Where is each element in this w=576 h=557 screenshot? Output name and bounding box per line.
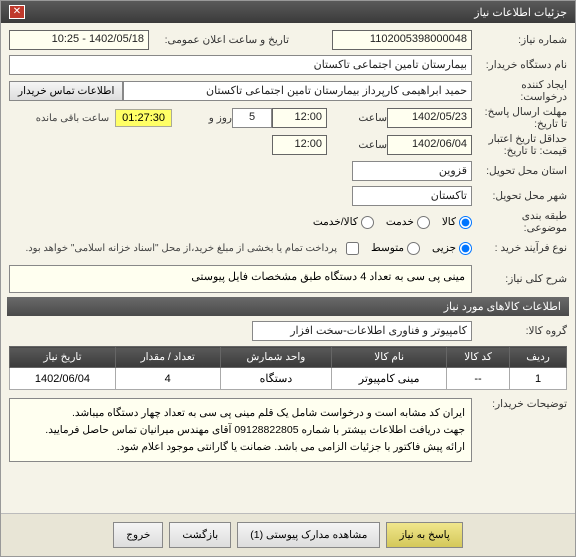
need-title-field: مینی پی سی به تعداد 4 دستگاه طبق مشخصات … xyxy=(9,265,472,293)
deadline-date-field: 1402/05/23 xyxy=(387,108,472,128)
need-title-label: شرح کلی نیاز: xyxy=(472,273,567,285)
announce-label: تاریخ و ساعت اعلان عمومی: xyxy=(149,34,289,46)
buyer-org-field: بیمارستان تامین اجتماعی تاکستان xyxy=(9,55,472,75)
col-code: کد کالا xyxy=(446,347,509,368)
cell-row: 1 xyxy=(510,368,567,390)
creator-label: ایجاد کننده درخواست: xyxy=(472,79,567,103)
days-label: روز و xyxy=(172,112,232,124)
back-button[interactable]: بازگشت xyxy=(169,522,231,548)
cell-qty: 4 xyxy=(115,368,220,390)
col-name: نام کالا xyxy=(332,347,447,368)
time-label-1: ساعت xyxy=(327,112,387,124)
table-header-row: ردیف کد کالا نام کالا واحد شمارش تعداد /… xyxy=(10,347,567,368)
creator-field: حمید ابراهیمی کارپرداز بیمارستان تامین ا… xyxy=(123,81,472,101)
radio-kala[interactable] xyxy=(459,216,472,229)
process-radio-group: جزیی متوسط پرداخت تمام یا بخشی از مبلغ خ… xyxy=(25,242,472,255)
col-qty: تعداد / مقدار xyxy=(115,347,220,368)
group-field: کامپیوتر و فناوری اطلاعات-سخت افزار xyxy=(252,321,472,341)
treasury-checkbox[interactable] xyxy=(346,242,359,255)
province-label: استان محل تحویل: xyxy=(472,165,567,177)
contact-info-button[interactable]: اطلاعات تماس خریدار xyxy=(9,81,123,101)
province-field: قزوین xyxy=(352,161,472,181)
days-field: 5 xyxy=(232,108,272,128)
announce-field: 1402/05/18 - 10:25 xyxy=(9,30,149,50)
remaining-label: ساعت باقی مانده xyxy=(36,113,109,124)
window-title: جزئیات اطلاعات نیاز xyxy=(474,6,567,19)
reply-button[interactable]: پاسخ به نیاز xyxy=(386,522,462,548)
cell-name: مینی کامپیوتر xyxy=(332,368,447,390)
table-row[interactable]: 1 -- مینی کامپیوتر دستگاه 4 1402/06/04 xyxy=(10,368,567,390)
need-no-field: 1102005398000048 xyxy=(332,30,472,50)
buyer-org-label: نام دستگاه خریدار: xyxy=(472,59,567,71)
cell-unit: دستگاه xyxy=(220,368,332,390)
process-low[interactable]: جزیی xyxy=(432,242,472,255)
time-remaining-field: 01:27:30 xyxy=(115,109,172,127)
category-both[interactable]: کالا/خدمت xyxy=(313,216,374,229)
treasury-checkbox-item[interactable]: پرداخت تمام یا بخشی از مبلغ خرید،از محل … xyxy=(25,242,359,255)
close-icon[interactable]: ✕ xyxy=(9,5,25,19)
buyer-notes-field: ایران کد مشابه است و درخواست شامل یک قلم… xyxy=(9,398,472,462)
time-label-2: ساعت xyxy=(327,139,387,151)
items-section-header: اطلاعات کالاهای مورد نیاز xyxy=(7,297,569,316)
process-label: نوع فرآیند خرید : xyxy=(472,242,567,254)
deadline-time-field: 12:00 xyxy=(272,108,327,128)
city-label: شهر محل تحویل: xyxy=(472,190,567,202)
min-valid-label: حداقل تاریخ اعتبار قیمت: تا تاریخ: xyxy=(472,133,567,157)
category-radio-group: کالا خدمت کالا/خدمت xyxy=(313,216,472,229)
cell-code: -- xyxy=(446,368,509,390)
need-no-label: شماره نیاز: xyxy=(472,34,567,46)
buyer-notes-label: توضیحات خریدار: xyxy=(472,398,567,410)
city-field: تاکستان xyxy=(352,186,472,206)
radio-mid[interactable] xyxy=(407,242,420,255)
group-label: گروه کالا: xyxy=(472,325,567,337)
process-mid[interactable]: متوسط xyxy=(371,242,420,255)
deadline-label: مهلت ارسال پاسخ: تا تاریخ: xyxy=(472,106,567,130)
col-row: ردیف xyxy=(510,347,567,368)
min-valid-date-field: 1402/06/04 xyxy=(387,135,472,155)
cell-date: 1402/06/04 xyxy=(10,368,116,390)
exit-button[interactable]: خروج xyxy=(113,522,163,548)
col-date: تاریخ نیاز xyxy=(10,347,116,368)
need-details-window: جزئیات اطلاعات نیاز ✕ شماره نیاز: 110200… xyxy=(0,0,576,557)
radio-service[interactable] xyxy=(417,216,430,229)
radio-low[interactable] xyxy=(459,242,472,255)
category-label: طبقه بندی موضوعی: xyxy=(472,210,567,234)
category-kala[interactable]: کالا xyxy=(442,216,472,229)
content-area: شماره نیاز: 1102005398000048 تاریخ و ساع… xyxy=(1,23,575,513)
footer-buttons: پاسخ به نیاز مشاهده مدارک پیوستی (1) باز… xyxy=(1,513,575,556)
category-service[interactable]: خدمت xyxy=(386,216,430,229)
titlebar: جزئیات اطلاعات نیاز ✕ xyxy=(1,1,575,23)
min-valid-time-field: 12:00 xyxy=(272,135,327,155)
items-table: ردیف کد کالا نام کالا واحد شمارش تعداد /… xyxy=(9,346,567,390)
radio-both[interactable] xyxy=(361,216,374,229)
attachments-button[interactable]: مشاهده مدارک پیوستی (1) xyxy=(237,522,380,548)
col-unit: واحد شمارش xyxy=(220,347,332,368)
